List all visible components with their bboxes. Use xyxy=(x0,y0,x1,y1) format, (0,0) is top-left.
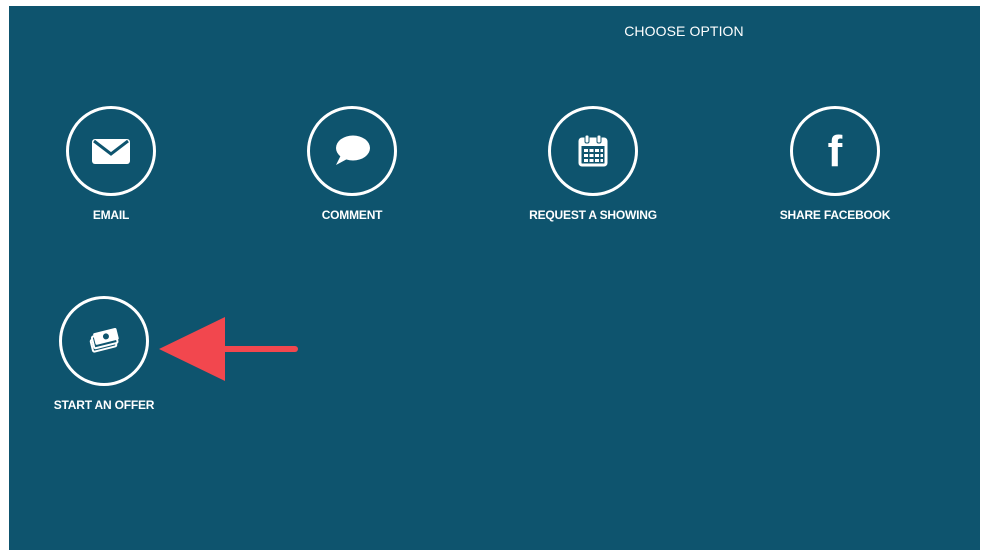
comment-circle[interactable] xyxy=(307,106,397,196)
request-showing-label: REQUEST A SHOWING xyxy=(529,208,657,222)
dialog-title: CHOOSE OPTION xyxy=(624,23,744,39)
money-icon xyxy=(89,327,119,353)
start-offer-label: START AN OFFER xyxy=(53,398,155,412)
email-circle[interactable] xyxy=(66,106,156,196)
comment-option[interactable]: COMMENT xyxy=(262,106,442,222)
comment-label: COMMENT xyxy=(321,208,383,222)
request-showing-circle[interactable] xyxy=(548,106,638,196)
calendar-icon xyxy=(578,134,608,167)
share-facebook-circle[interactable]: f xyxy=(790,106,880,196)
email-label: EMAIL xyxy=(92,208,130,222)
share-facebook-option[interactable]: f SHARE FACEBOOK xyxy=(745,106,925,222)
speech-bubble-icon xyxy=(336,135,370,165)
facebook-icon: f xyxy=(827,127,843,176)
email-option[interactable]: EMAIL xyxy=(21,106,201,222)
arrow-pointer-icon xyxy=(159,317,298,381)
start-offer-circle[interactable] xyxy=(59,296,149,386)
share-facebook-label: SHARE FACEBOOK xyxy=(779,208,891,222)
choose-option-panel: CHOOSE OPTION EMAIL COMMENT REQUEST A SH… xyxy=(9,6,980,550)
request-showing-option[interactable]: REQUEST A SHOWING xyxy=(503,106,683,222)
envelope-icon xyxy=(92,139,130,164)
